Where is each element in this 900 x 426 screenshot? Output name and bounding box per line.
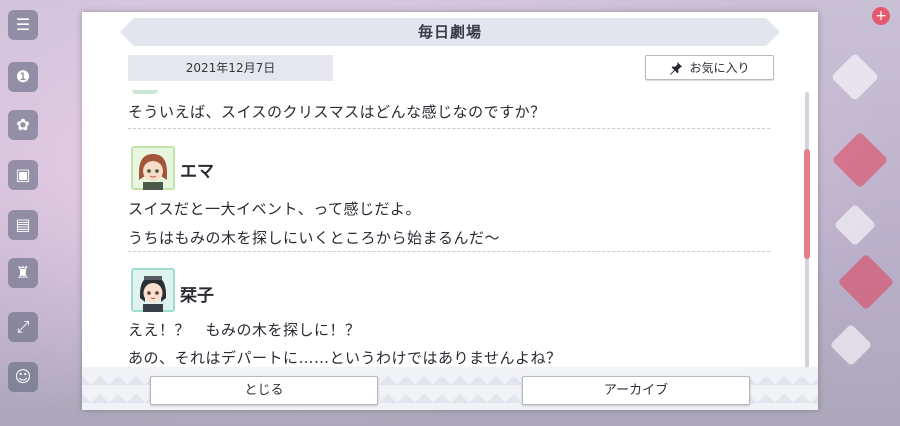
left-sidebar: ☰ ❶ ✿ ▣ ▤ ♜ ⤢ ☺ — [0, 0, 46, 426]
expand-icon[interactable]: ⤢ — [8, 312, 38, 342]
archive-button[interactable]: アーカイブ — [522, 376, 750, 405]
title-band: 毎日劇場 — [120, 18, 780, 46]
favorite-label: お気に入り — [689, 61, 750, 75]
gift-icon[interactable]: ▣ — [8, 160, 38, 190]
speaker-name: 栞子 — [180, 286, 214, 306]
emma-face-icon — [131, 146, 175, 190]
chat-icon[interactable]: ❶ — [8, 62, 38, 92]
event-tile[interactable] — [831, 131, 889, 189]
separator — [128, 251, 770, 252]
episode-date: 2021年12月7日 — [128, 55, 333, 81]
script-line: あの、それはデパートに……というわけではありませんよね？ — [128, 349, 562, 367]
present-icon[interactable]: ✿ — [8, 110, 38, 140]
menu-tile[interactable] — [830, 52, 880, 102]
dialog-title: 毎日劇場 — [417, 23, 482, 41]
script-scroll-area[interactable]: そういえば、スイスのクリスマスはどんな感じなのですか？ エマ スイスだと一大イベ… — [128, 90, 776, 368]
script-line: そういえば、スイスのクリスマスはどんな感じなのですか？ — [128, 103, 546, 121]
previous-avatar-edge — [132, 90, 158, 94]
live-tile[interactable] — [829, 323, 873, 367]
right-sidebar: + — [818, 0, 900, 426]
script-line: スイスだと一大イベント、って感じだよ。 — [128, 200, 422, 218]
shioriko-face-icon — [131, 268, 175, 312]
character-icon[interactable]: ☺ — [8, 362, 38, 392]
card-tile[interactable] — [833, 203, 877, 247]
scrollbar-thumb[interactable] — [804, 149, 810, 259]
shioriko-avatar — [131, 268, 175, 312]
close-button[interactable]: とじる — [150, 376, 378, 405]
message-icon[interactable]: ▤ — [8, 210, 38, 240]
separator — [128, 128, 770, 129]
menu-icon[interactable]: ☰ — [8, 10, 38, 40]
add-coin-icon[interactable]: + — [872, 7, 890, 25]
script-line: うちはもみの木を探しにいくところから始まるんだ〜 — [128, 229, 501, 247]
script-line: ええ！？ もみの木を探しに！？ — [128, 321, 361, 339]
trophy-icon[interactable]: ♜ — [8, 258, 38, 288]
emma-avatar — [131, 146, 175, 190]
speaker-name: エマ — [180, 162, 214, 182]
pin-icon — [670, 61, 683, 75]
daily-theater-dialog: 毎日劇場 2021年12月7日 お気に入り そういえば、スイスのクリスマスはどん… — [82, 12, 818, 410]
favorite-button[interactable]: お気に入り — [645, 55, 774, 80]
gacha-tile[interactable] — [837, 253, 895, 311]
